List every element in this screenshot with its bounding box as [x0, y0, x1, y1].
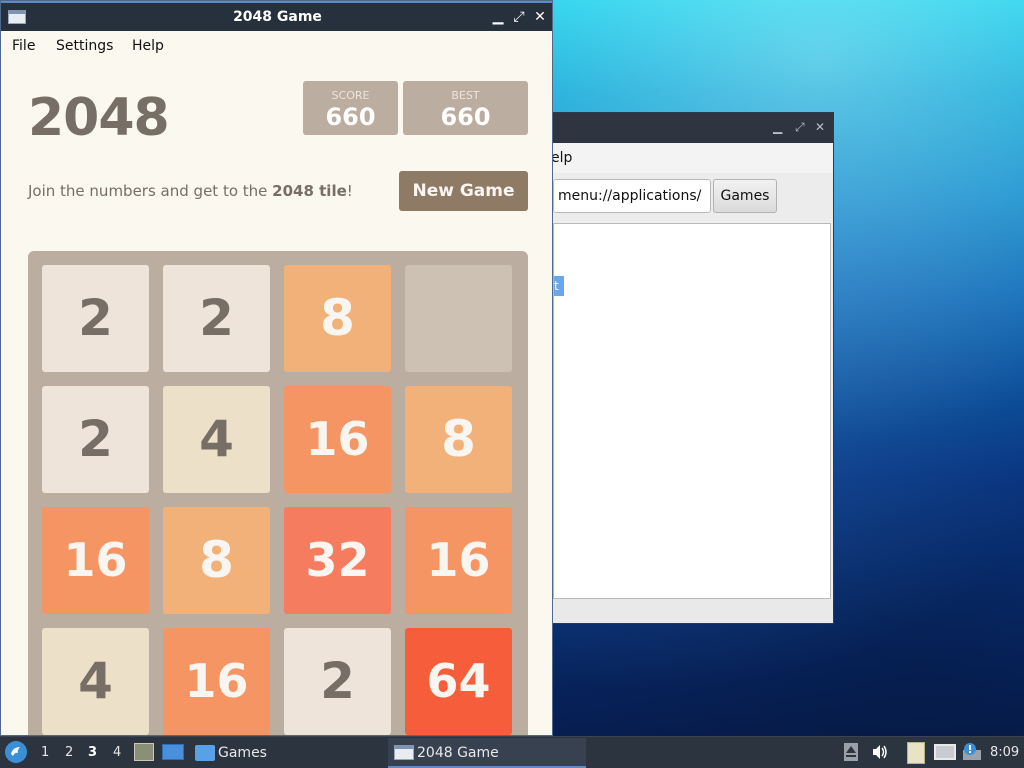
workspace-1[interactable]: 1 [41, 745, 49, 761]
tile-16: 16 [163, 628, 270, 735]
tile-2: 2 [284, 628, 391, 735]
file-list-pane[interactable]: t [553, 223, 831, 599]
eject-icon[interactable] [844, 743, 858, 761]
taskbar: 1 2 3 4 Games 2048 Game 8:09 [0, 736, 1024, 768]
workspace-4[interactable]: 4 [113, 745, 121, 761]
game-titlebar[interactable]: 2048 Game ▁ ⤢ ✕ [1, 1, 552, 31]
tile-8: 8 [405, 386, 512, 493]
restore-icon[interactable]: ⤢ [510, 7, 528, 27]
workspace-3[interactable]: 3 [88, 745, 97, 761]
path-input[interactable]: menu://applications/ [553, 179, 711, 213]
close-icon[interactable]: ✕ [815, 120, 825, 134]
best-value: 660 [440, 103, 491, 131]
new-game-button[interactable]: New Game [399, 171, 528, 211]
game-window: 2048 Game ▁ ⤢ ✕ File Settings Help 2048 … [0, 0, 553, 736]
tile-4: 4 [42, 628, 149, 735]
network-icon[interactable] [934, 744, 956, 760]
breadcrumb-games-button[interactable]: Games [713, 179, 777, 213]
task-games-label: Games [218, 745, 267, 761]
score-value: 660 [325, 103, 376, 131]
show-desktop-icon[interactable] [162, 744, 184, 760]
tile-empty [405, 265, 512, 372]
task-2048-label: 2048 Game [417, 745, 499, 761]
volume-icon[interactable] [871, 744, 889, 764]
tile-16: 16 [405, 507, 512, 614]
minimize-icon[interactable]: ▁ [773, 120, 782, 134]
start-menu-icon[interactable] [5, 741, 27, 763]
tile-16: 16 [284, 386, 391, 493]
tile-2: 2 [42, 265, 149, 372]
file-manager-launcher-icon[interactable] [134, 743, 154, 761]
game-title: 2048 [28, 88, 170, 148]
clock: 8:09 [990, 745, 1020, 760]
minimize-icon[interactable]: ▁ [489, 7, 507, 27]
menu-settings[interactable]: Settings [56, 37, 113, 55]
tile-32: 32 [284, 507, 391, 614]
menu-help-fragment[interactable]: elp [551, 143, 572, 173]
game-board[interactable]: 2 2 8 2 4 16 8 16 8 32 16 4 16 2 64 [28, 251, 528, 735]
file-manager-window: ▁ ⤢ ✕ elp menu://applications/ Games t [550, 112, 834, 624]
task-2048-game[interactable]: 2048 Game [388, 738, 586, 768]
workspace-2[interactable]: 2 [65, 745, 73, 761]
game-menubar: File Settings Help [1, 31, 552, 61]
intro-prefix: Join the numbers and get to the [28, 182, 273, 200]
tile-8: 8 [163, 507, 270, 614]
menu-help[interactable]: Help [132, 37, 164, 55]
tile-8: 8 [284, 265, 391, 372]
tile-2: 2 [163, 265, 270, 372]
menu-file[interactable]: File [12, 37, 35, 55]
window-title: 2048 Game [233, 9, 322, 25]
tile-64: 64 [405, 628, 512, 735]
file-manager-menubar: elp [551, 143, 833, 173]
intro-suffix: ! [346, 182, 353, 200]
notification-icon[interactable] [962, 742, 982, 762]
best-box: BEST 660 [403, 81, 528, 135]
intro-bold: 2048 tile [272, 182, 347, 200]
close-icon[interactable]: ✕ [531, 7, 549, 27]
selected-item[interactable]: t [554, 276, 564, 296]
tile-2: 2 [42, 386, 149, 493]
window-icon [394, 745, 414, 760]
best-label: BEST [451, 89, 480, 102]
intro-text: Join the numbers and get to the 2048 til… [28, 179, 353, 203]
tile-4: 4 [163, 386, 270, 493]
task-games[interactable]: Games [192, 738, 382, 768]
tile-16: 16 [42, 507, 149, 614]
file-manager-statusbar [551, 599, 833, 623]
clipboard-icon[interactable] [907, 742, 925, 764]
file-manager-titlebar[interactable]: ▁ ⤢ ✕ [551, 113, 833, 143]
folder-icon [195, 745, 215, 761]
score-label: SCORE [331, 89, 370, 102]
restore-icon[interactable]: ⤢ [795, 120, 805, 134]
score-box: SCORE 660 [303, 81, 398, 135]
